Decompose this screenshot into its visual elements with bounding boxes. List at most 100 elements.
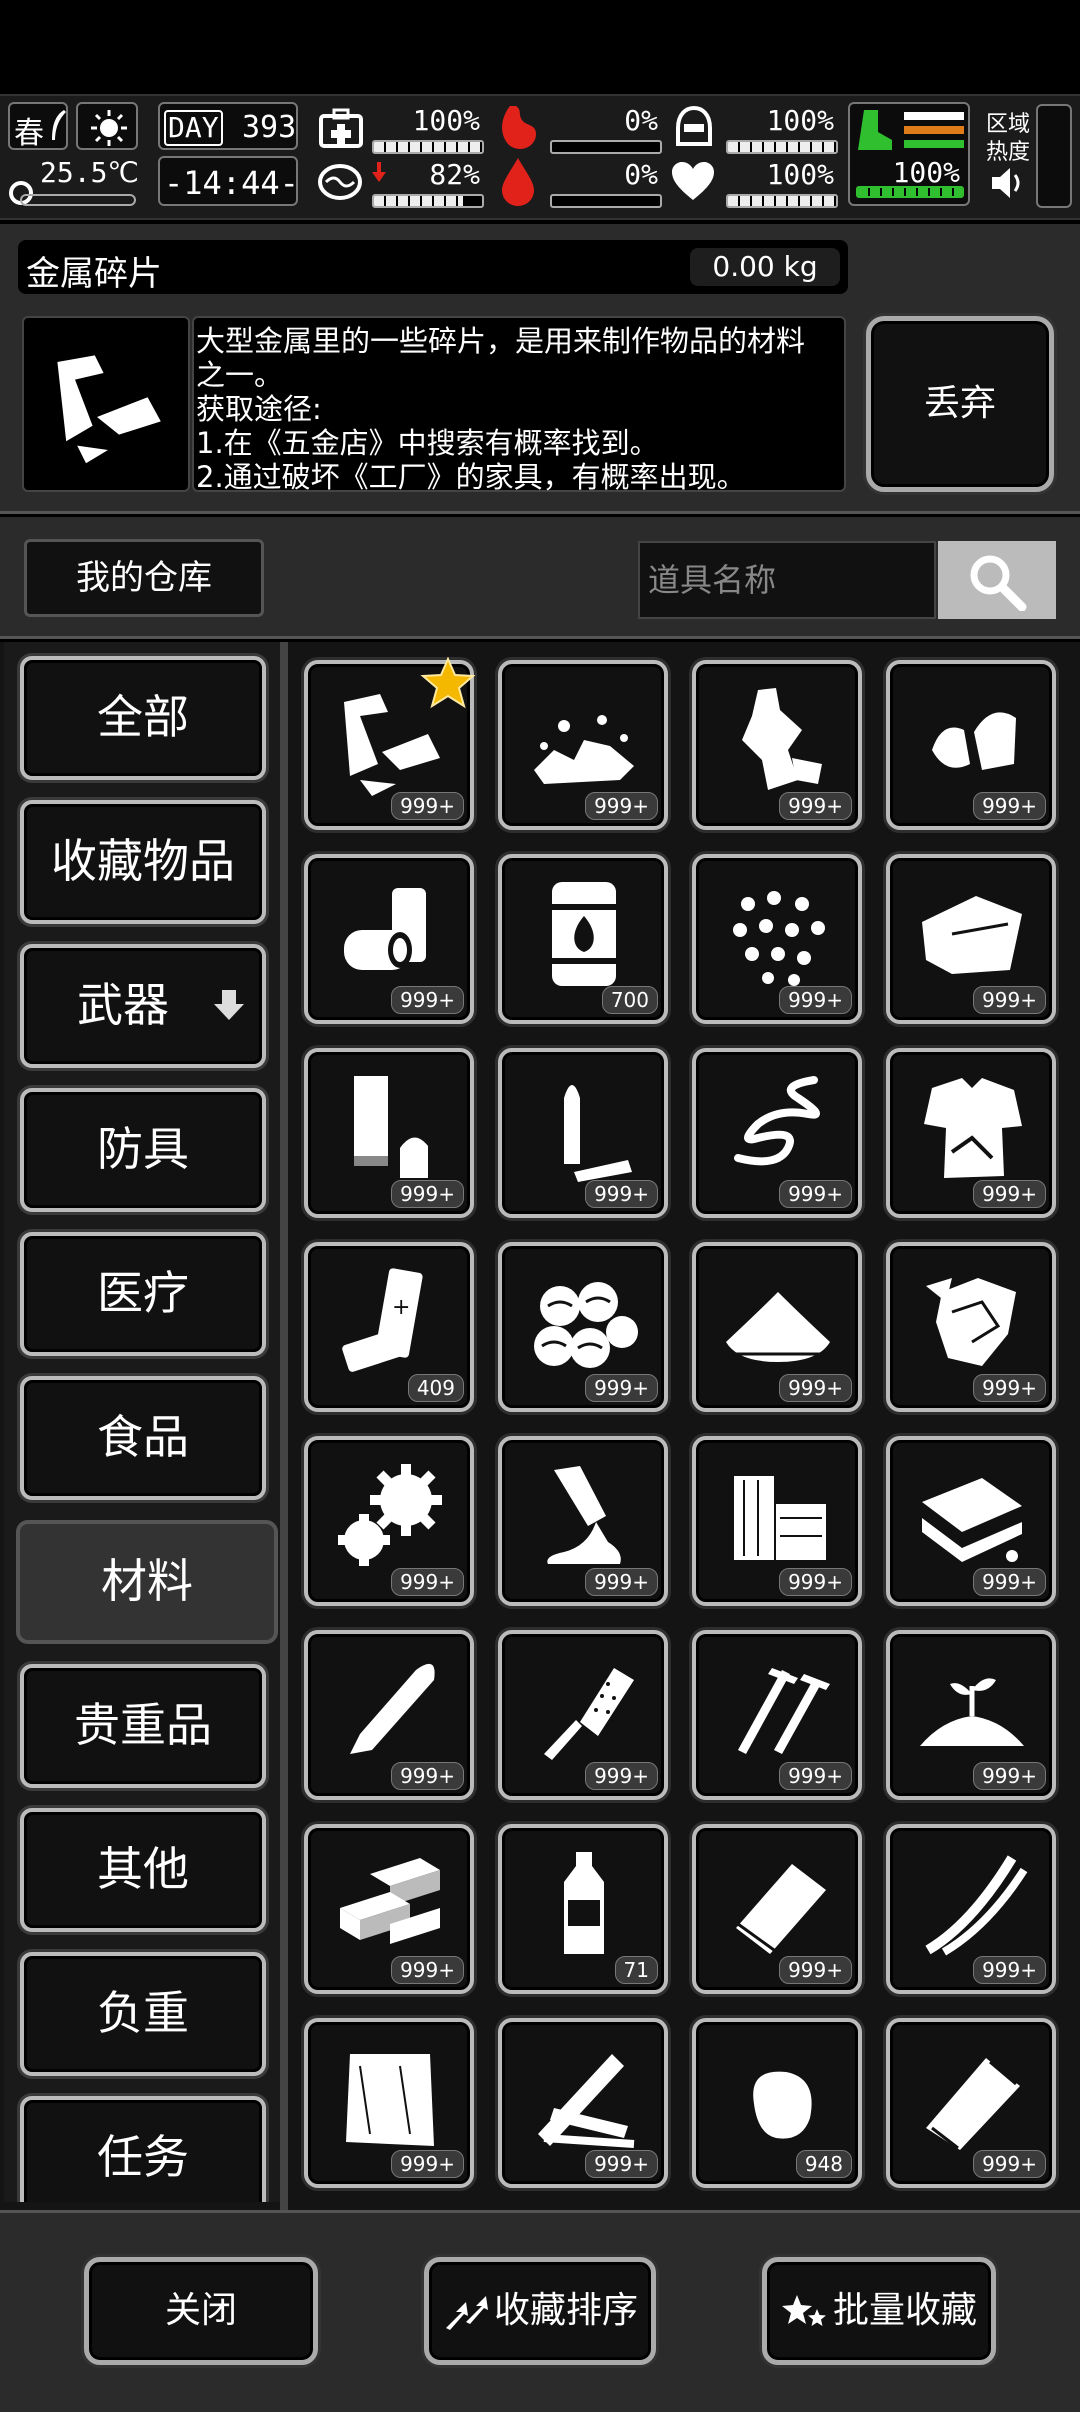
category-tab[interactable]: 食品 <box>20 1376 266 1500</box>
item-info-panel: 金属碎片 0.00 kg 大型金属里的一些碎片，是用来制作物品的材料 之一。 获… <box>0 224 1080 514</box>
category-tab[interactable]: 全部 <box>20 656 266 780</box>
item-count: 71 <box>614 1956 658 1984</box>
inventory-slot[interactable]: 999+ <box>886 1630 1056 1800</box>
category-label: 负重 <box>97 1986 189 2040</box>
item-count: 999+ <box>585 1762 658 1790</box>
zone-heat-gauge <box>1036 104 1072 208</box>
item-count: 999+ <box>779 1956 852 1984</box>
time-box: -14:44- <box>158 156 299 206</box>
item-count: 999+ <box>973 2150 1046 2178</box>
pellets-icon <box>733 891 825 986</box>
category-tab[interactable]: 贵重品 <box>20 1664 266 1788</box>
item-count: 700 <box>601 986 658 1014</box>
inventory-slot[interactable]: 999+ <box>886 1242 1056 1412</box>
inventory-slot[interactable]: 999+ <box>498 660 668 830</box>
item-preview <box>22 316 190 492</box>
category-sidebar: 全部收藏物品武器防具医疗食品材料贵重品其他负重任务 <box>4 642 280 2202</box>
storage-search-row: 我的仓库 <box>0 517 1080 639</box>
inventory-slot[interactable]: 700 <box>498 854 668 1024</box>
stamina-bar <box>372 194 484 208</box>
inventory-slot[interactable]: 948 <box>692 2018 862 2188</box>
inventory-slot[interactable]: 999+ <box>692 1436 862 1606</box>
speed-percent: 100% <box>892 156 960 189</box>
inventory-slot[interactable]: 999+ <box>886 1436 1056 1606</box>
category-tab[interactable]: 任务 <box>20 2096 266 2202</box>
speed-bar <box>856 186 964 198</box>
sort-favorites-label: 收藏排序 <box>493 2290 638 2331</box>
health-bar <box>372 140 484 154</box>
inventory-slot[interactable]: 999+ <box>304 854 474 1024</box>
my-storage-button[interactable]: 我的仓库 <box>24 539 264 617</box>
season-label: 春 <box>14 116 44 151</box>
item-count: 999+ <box>585 1374 658 1402</box>
inventory-slot[interactable]: 999+ <box>692 854 862 1024</box>
item-count: 999+ <box>973 1762 1046 1790</box>
item-name: 金属碎片 <box>26 254 162 294</box>
inventory-slot[interactable]: 999+ <box>304 1824 474 1994</box>
inventory-slot[interactable]: 71 <box>498 1824 668 1994</box>
category-tab[interactable]: 负重 <box>20 1952 266 2076</box>
item-count: 999+ <box>779 1180 852 1208</box>
inventory-slot[interactable]: 999+ <box>498 2018 668 2188</box>
inventory-slot[interactable]: 999+ <box>304 1630 474 1800</box>
inventory-slot[interactable]: 999+ <box>498 1630 668 1800</box>
inventory-slot[interactable]: 999+ <box>886 1824 1056 1994</box>
category-label: 收藏物品 <box>51 834 235 888</box>
item-description: 大型金属里的一些碎片，是用来制作物品的材料 之一。 获取途径: 1.在《五金店》… <box>192 316 846 494</box>
inventory-slot[interactable]: 999+ <box>498 1242 668 1412</box>
discard-button[interactable]: 丢弃 <box>866 316 1054 492</box>
inventory-slot[interactable]: 999+ <box>886 2018 1056 2188</box>
category-tab[interactable]: 收藏物品 <box>20 800 266 924</box>
item-count: 999+ <box>779 1568 852 1596</box>
rag-shirt-icon <box>924 1078 1022 1178</box>
category-tab[interactable]: 材料 <box>16 1520 278 1644</box>
stamina-bar-fill <box>374 196 463 206</box>
inventory-slot[interactable]: 999+ <box>304 656 476 830</box>
speed-bar-fill <box>858 188 962 196</box>
category-tab[interactable]: 防具 <box>20 1088 266 1212</box>
inventory-slot[interactable]: 999+ <box>498 1048 668 1218</box>
arrow-down-icon <box>214 990 244 1020</box>
inventory-slot[interactable]: 999+ <box>692 1048 862 1218</box>
inventory-slot[interactable]: 999+ <box>692 660 862 830</box>
wood-blocks-icon <box>734 1476 826 1560</box>
category-tab[interactable]: 医疗 <box>20 1232 266 1356</box>
stamina-percent: 82% <box>429 158 480 191</box>
inventory-slot[interactable]: 999+ <box>692 1824 862 1994</box>
category-tab[interactable]: 武器 <box>20 944 266 1068</box>
temperature-value: 25.5℃ <box>40 156 139 189</box>
wires-icon <box>925 1855 1028 1956</box>
search-button[interactable] <box>938 541 1056 619</box>
health-percent: 100% <box>412 104 480 137</box>
item-count: 999+ <box>973 986 1046 1014</box>
rubble-icon <box>534 715 634 784</box>
batch-favorite-label: 批量收藏 <box>832 2290 977 2331</box>
mood-bar-fill <box>728 196 836 206</box>
speed-stripe <box>904 140 964 148</box>
category-tab[interactable]: 其他 <box>20 1808 266 1932</box>
inventory-slot[interactable]: 999+ <box>304 2018 474 2188</box>
inventory-slot[interactable]: 999+ <box>498 1436 668 1606</box>
inventory-slot[interactable]: 999+ <box>886 660 1056 830</box>
category-label: 任务 <box>97 2130 189 2184</box>
sort-favorites-button[interactable]: 收藏排序 <box>424 2257 656 2365</box>
inventory-slot[interactable]: 999+ <box>886 854 1056 1024</box>
inventory-slot[interactable]: +409 <box>304 1242 474 1412</box>
weather-box <box>76 102 138 150</box>
close-button[interactable]: 关闭 <box>84 2257 318 2365</box>
helmet-icon <box>676 105 712 146</box>
speaker-icon[interactable] <box>990 166 1026 200</box>
inventory-slot[interactable]: 999+ <box>304 1436 474 1606</box>
inventory-slot[interactable]: 999+ <box>304 1048 474 1218</box>
inventory-slot[interactable]: 999+ <box>692 1630 862 1800</box>
glue-tube-icon <box>547 1466 621 1564</box>
stomach-icon <box>502 106 536 149</box>
round-pebble-icon <box>753 2071 812 2139</box>
inventory-slot[interactable]: 999+ <box>692 1242 862 1412</box>
item-search-input[interactable] <box>638 541 936 619</box>
bullet-tips-icon <box>932 712 1016 770</box>
medkit-icon <box>319 108 363 148</box>
batch-favorite-button[interactable]: 批量收藏 <box>762 2257 996 2365</box>
swap-arrows-icon <box>445 2296 488 2330</box>
inventory-slot[interactable]: 999+ <box>886 1048 1056 1218</box>
